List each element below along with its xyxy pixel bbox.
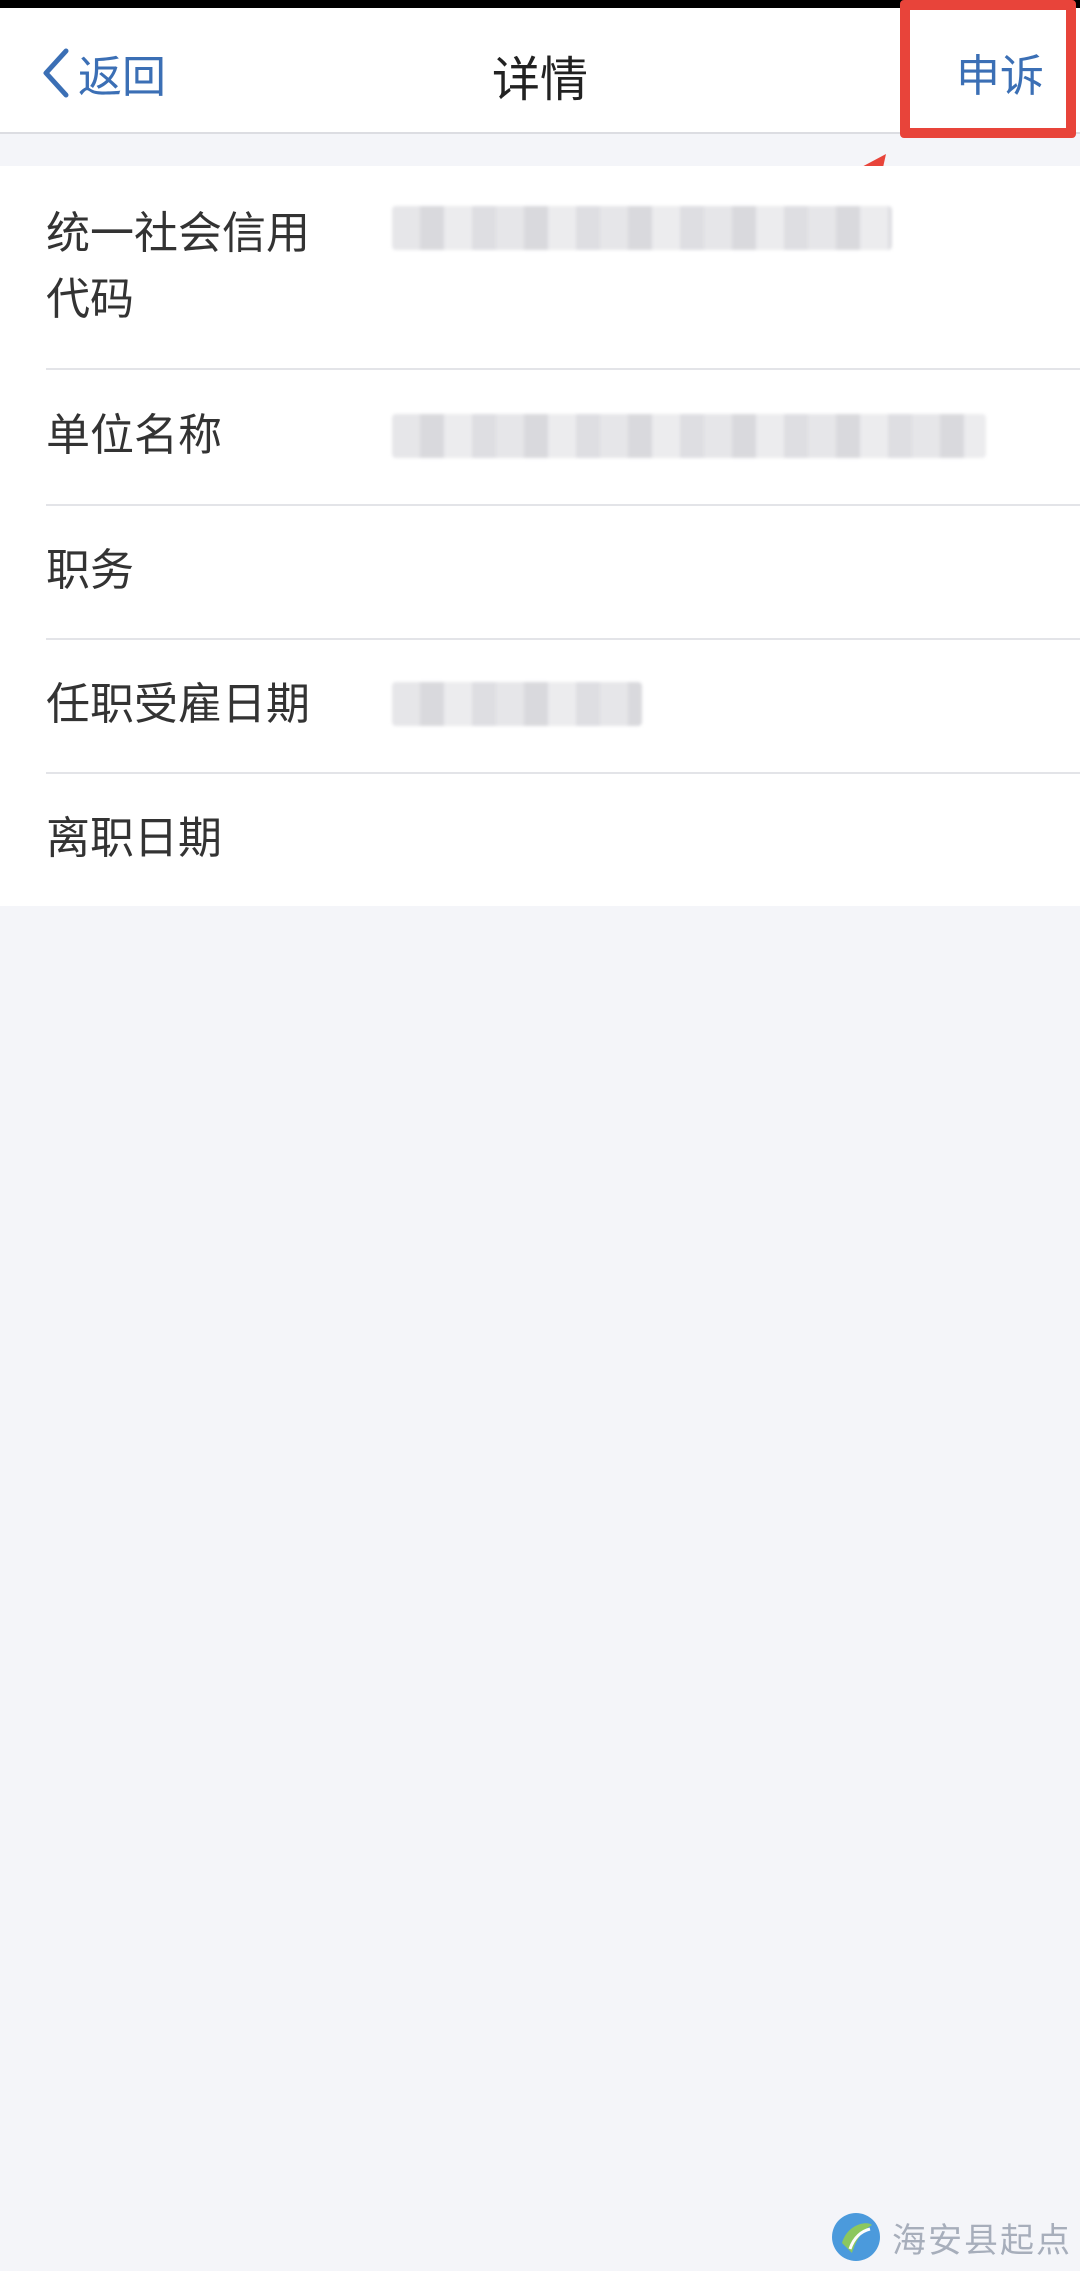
row-value-redacted bbox=[392, 414, 986, 458]
row-label: 任职受雇日期 bbox=[46, 679, 310, 730]
watermark: 海安县起点 bbox=[828, 2209, 1072, 2265]
back-label: 返回 bbox=[78, 52, 166, 103]
appeal-button[interactable]: 申诉 bbox=[956, 40, 1044, 104]
chevron-left-icon bbox=[43, 48, 69, 98]
list-item-company-name: 单位名称 bbox=[0, 368, 1080, 504]
list-item-credit-code: 统一社会信用 代码 bbox=[0, 166, 1080, 368]
row-label: 离职日期 bbox=[46, 813, 222, 864]
detail-list: 统一社会信用 代码 单位名称 职务 任职受雇日期 离职日期 bbox=[0, 166, 1080, 906]
row-label: 职务 bbox=[46, 545, 134, 596]
redacted-value bbox=[392, 206, 892, 250]
list-item-position: 职务 bbox=[0, 504, 1080, 638]
navigation-bar: 返回 详情 申诉 bbox=[0, 8, 1080, 134]
watermark-text: 海安县起点 bbox=[892, 2220, 1072, 2261]
row-value-redacted bbox=[392, 682, 642, 726]
redacted-value bbox=[392, 682, 642, 726]
row-label: 单位名称 bbox=[46, 410, 222, 461]
detail-page: 返回 详情 申诉 统一社会信用 代码 单位名称 职务 任职受雇日期 离职日期 海… bbox=[0, 0, 1080, 2271]
list-item-employment-date: 任职受雇日期 bbox=[0, 638, 1080, 772]
list-item-resignation-date: 离职日期 bbox=[0, 772, 1080, 906]
redacted-value bbox=[392, 414, 986, 458]
leaf-logo-icon bbox=[832, 2213, 880, 2261]
status-bar-strip bbox=[0, 0, 1080, 8]
back-button[interactable]: 返回 bbox=[40, 38, 166, 108]
row-value-redacted bbox=[392, 206, 892, 250]
row-label: 统一社会信用 代码 bbox=[46, 208, 310, 325]
